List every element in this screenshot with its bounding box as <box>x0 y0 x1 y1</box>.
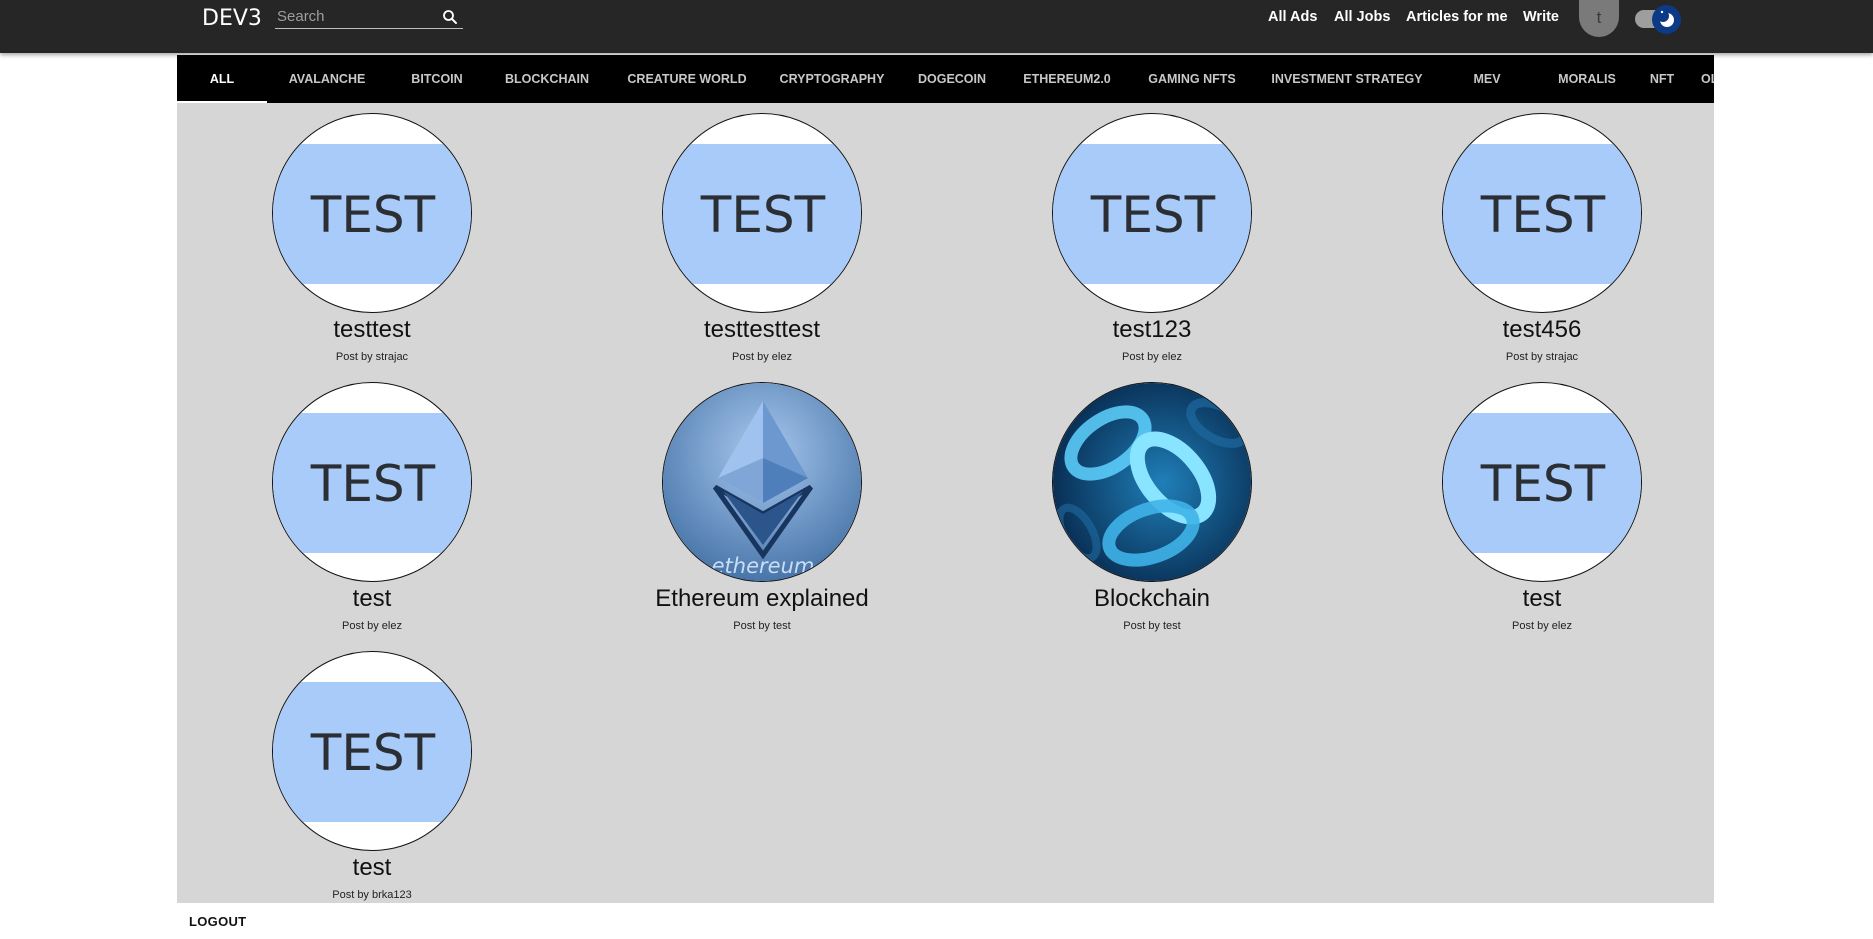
post-title[interactable]: test456 <box>1347 316 1737 344</box>
post-title[interactable]: Blockchain <box>957 585 1347 613</box>
post-author: Post by test <box>733 620 791 632</box>
svg-text:TEST: TEST <box>1480 186 1606 244</box>
post-author: Post by elez <box>342 620 402 632</box>
post-title[interactable]: testtesttest <box>567 316 957 344</box>
test-image[interactable]: TEST <box>272 382 472 582</box>
test-image[interactable]: TEST <box>662 113 862 313</box>
search-icon[interactable] <box>441 8 459 26</box>
test-image[interactable]: TEST <box>272 651 472 851</box>
moon-icon <box>1657 10 1674 27</box>
post-title[interactable]: test <box>177 585 567 613</box>
nav-all-jobs[interactable]: All Jobs <box>1334 9 1390 25</box>
test-image[interactable]: TEST <box>1052 113 1252 313</box>
posts-grid: TEST testtest Post by strajac TEST testt… <box>177 103 1714 903</box>
ethereum-image[interactable]: ethereum <box>662 382 862 582</box>
blockchain-image[interactable] <box>1052 382 1252 582</box>
tab-mev[interactable]: MEV <box>1437 55 1537 103</box>
post-author: Post by elez <box>732 351 792 363</box>
tab-creature-world[interactable]: CREATURE WORLD <box>607 55 767 103</box>
tab-ethereum2[interactable]: ETHEREUM2.0 <box>1007 55 1127 103</box>
nav-articles-for-me[interactable]: Articles for me <box>1406 9 1508 25</box>
category-tabs: ALL AVALANCHE BITCOIN BLOCKCHAIN CREATUR… <box>177 55 1714 103</box>
post-title[interactable]: test <box>177 854 567 882</box>
post-title[interactable]: test <box>1347 585 1737 613</box>
tab-bitcoin[interactable]: BITCOIN <box>387 55 487 103</box>
tab-gaming-nfts[interactable]: GAMING NFTS <box>1127 55 1257 103</box>
tab-cryptography[interactable]: CRYPTOGRAPHY <box>767 55 897 103</box>
svg-text:TEST: TEST <box>1480 455 1606 513</box>
svg-text:TEST: TEST <box>1090 186 1216 244</box>
logout-button[interactable]: LOGOUT <box>189 914 246 929</box>
test-image[interactable]: TEST <box>1442 113 1642 313</box>
tab-blockchain[interactable]: BLOCKCHAIN <box>487 55 607 103</box>
search-input[interactable] <box>277 6 437 26</box>
svg-text:TEST: TEST <box>310 186 436 244</box>
post-author: Post by strajac <box>1505 351 1579 363</box>
dark-mode-toggle[interactable] <box>1633 4 1683 34</box>
search-box <box>275 4 463 29</box>
avatar[interactable]: t <box>1579 0 1619 37</box>
tab-avalanche[interactable]: AVALANCHE <box>267 55 387 103</box>
test-image[interactable]: TEST <box>1442 382 1642 582</box>
tab-nft[interactable]: NFT <box>1637 55 1687 103</box>
post-title[interactable]: testtest <box>177 316 567 344</box>
post-title[interactable]: test123 <box>957 316 1347 344</box>
tab-all[interactable]: ALL <box>177 55 267 103</box>
svg-text:TEST: TEST <box>310 455 436 513</box>
brand-logo[interactable]: DEV3 <box>202 6 262 31</box>
nav-all-ads[interactable]: All Ads <box>1268 9 1317 25</box>
tab-moralis[interactable]: MORALIS <box>1537 55 1637 103</box>
svg-text:TEST: TEST <box>700 186 826 244</box>
post-author: Post by elez <box>1512 620 1572 632</box>
tab-dogecoin[interactable]: DOGECOIN <box>897 55 1007 103</box>
toggle-thumb <box>1652 5 1681 34</box>
post-author: Post by brka123 <box>332 889 412 901</box>
svg-text:TEST: TEST <box>310 724 436 782</box>
test-image[interactable]: TEST <box>272 113 472 313</box>
post-author: Post by strajac <box>335 351 409 363</box>
post-author: Post by elez <box>1122 351 1182 363</box>
post-author: Post by test <box>1123 620 1181 632</box>
app-bar: DEV3 All Ads All Jobs Articles for me Wr… <box>0 0 1873 53</box>
svg-text:ethereum: ethereum <box>712 554 815 578</box>
nav-write[interactable]: Write <box>1523 9 1559 25</box>
post-title[interactable]: Ethereum explained <box>567 585 957 613</box>
tab-investment-strategy[interactable]: INVESTMENT STRATEGY <box>1257 55 1437 103</box>
tab-olympus-dao[interactable]: OLYMPUS DAO <box>1687 55 1714 103</box>
